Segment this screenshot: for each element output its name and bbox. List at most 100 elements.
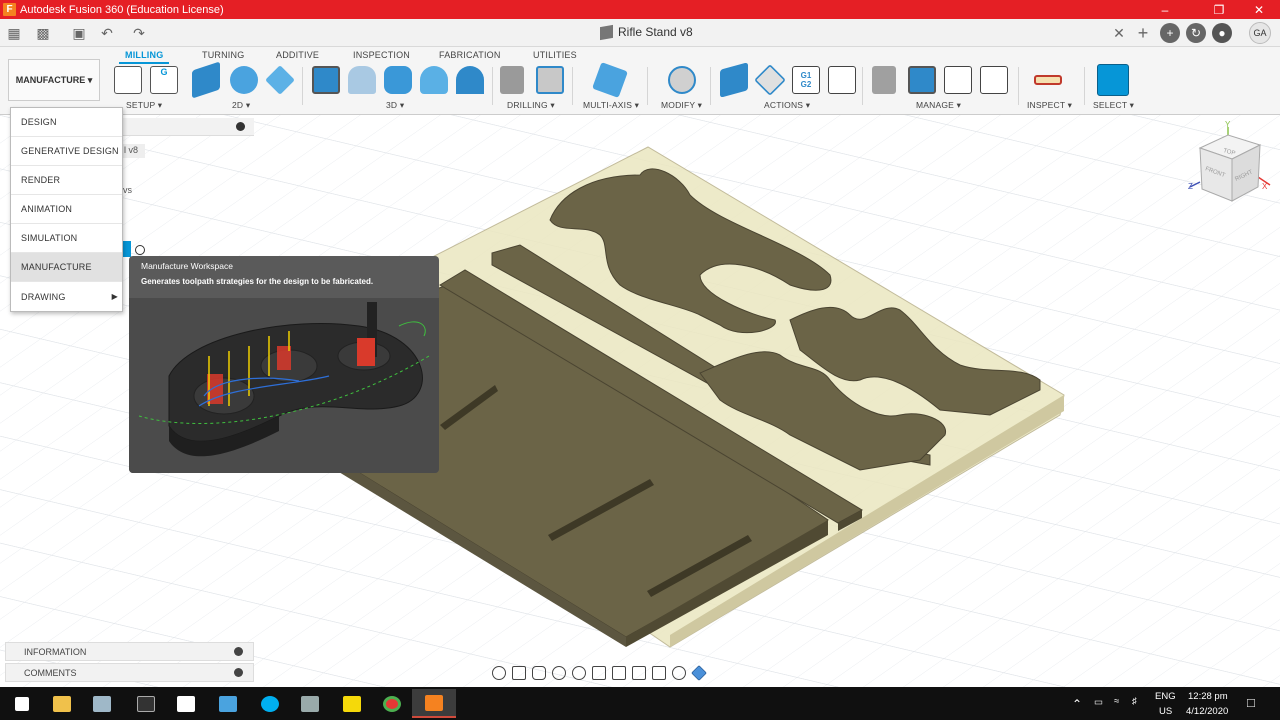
- 3d-contour-icon[interactable]: [420, 66, 448, 94]
- extensions-icon[interactable]: +: [1160, 23, 1180, 43]
- volume-icon[interactable]: ♯: [1132, 696, 1137, 707]
- tab-milling[interactable]: MILLING: [118, 50, 170, 64]
- comments-panel[interactable]: COMMENTS: [5, 663, 254, 682]
- clock-time[interactable]: 12:28 pm: [1188, 691, 1228, 702]
- undo-icon[interactable]: ↶: [96, 23, 118, 43]
- browser-doc-node[interactable]: l v8: [123, 144, 145, 158]
- notifications-icon[interactable]: ●: [1212, 23, 1232, 43]
- multi-axis-icon[interactable]: [592, 62, 628, 98]
- clock-date[interactable]: 4/12/2020: [1186, 706, 1228, 717]
- 3d-adaptive-icon[interactable]: [312, 66, 340, 94]
- workspace-item-manufacture[interactable]: MANUFACTURE: [11, 253, 122, 282]
- select-cursor-icon[interactable]: [1097, 64, 1129, 96]
- active-setup-marker[interactable]: [122, 241, 131, 257]
- drill-icon[interactable]: [500, 66, 524, 94]
- battery-icon[interactable]: ▭: [1094, 697, 1103, 708]
- new-tab-icon[interactable]: +: [1132, 23, 1154, 43]
- workspace-item-generative-design[interactable]: GENERATIVE DESIGN: [11, 137, 122, 166]
- start-windows-icon[interactable]: [0, 689, 44, 718]
- tool-library-icon[interactable]: [872, 66, 896, 94]
- app-icon-2[interactable]: [124, 689, 168, 718]
- workspace-item-simulation[interactable]: SIMULATION: [11, 224, 122, 253]
- probe-icon[interactable]: [536, 66, 564, 94]
- fusion360-taskbar-icon[interactable]: [412, 689, 456, 718]
- modify-scissors-icon[interactable]: [668, 66, 696, 94]
- tab-additive[interactable]: ADDITIVE: [276, 50, 319, 60]
- 2d-pocket-icon[interactable]: [230, 66, 258, 94]
- group-2d-label[interactable]: 2D ▾: [232, 100, 250, 111]
- workspace-item-drawing[interactable]: DRAWING ▶: [11, 282, 122, 311]
- comments-expand-icon[interactable]: [234, 668, 243, 677]
- refresh-view-icon[interactable]: [672, 666, 686, 680]
- 2d-adaptive-icon[interactable]: [192, 61, 220, 99]
- measure-icon[interactable]: [1034, 75, 1062, 85]
- tab-inspection[interactable]: INSPECTION: [353, 50, 410, 60]
- display-settings-icon[interactable]: [592, 666, 606, 680]
- user-avatar[interactable]: GA: [1249, 22, 1271, 44]
- app-icon-1[interactable]: [80, 689, 124, 718]
- 2d-face-icon[interactable]: [265, 65, 295, 95]
- wifi-icon[interactable]: ≈: [1114, 696, 1119, 707]
- app-icon-5[interactable]: [288, 689, 332, 718]
- language-line2[interactable]: US: [1159, 706, 1172, 717]
- workspace-switcher-button[interactable]: MANUFACTURE ▾: [8, 59, 100, 101]
- setup-g-icon[interactable]: G: [150, 66, 178, 94]
- tab-utilities[interactable]: UTILITIES: [533, 50, 577, 60]
- group-modify-label[interactable]: MODIFY ▾: [661, 100, 702, 111]
- notifications-center-icon[interactable]: □: [1247, 695, 1255, 710]
- data-panel-grid-icon[interactable]: ▦: [3, 23, 25, 43]
- setup-sheet-icon[interactable]: [828, 66, 856, 94]
- look-at-icon[interactable]: [512, 666, 526, 680]
- information-expand-icon[interactable]: [234, 647, 243, 656]
- group-inspect-label[interactable]: INSPECT ▾: [1027, 100, 1072, 111]
- group-drilling-label[interactable]: DRILLING ▾: [507, 100, 555, 111]
- tab-turning[interactable]: TURNING: [202, 50, 244, 60]
- 3d-scallop-icon[interactable]: [456, 66, 484, 94]
- post-library-icon[interactable]: [944, 66, 972, 94]
- workspace-item-animation[interactable]: ANIMATION: [11, 195, 122, 224]
- simulate-with-machine-icon[interactable]: [754, 64, 786, 96]
- tray-chevron-icon[interactable]: ⌃: [1072, 697, 1082, 711]
- group-select-label[interactable]: SELECT ▾: [1093, 100, 1134, 111]
- redo-icon[interactable]: ↷: [128, 23, 150, 43]
- template-library-icon[interactable]: [980, 66, 1008, 94]
- grid-settings-icon[interactable]: [612, 666, 626, 680]
- new-setup-folder-icon[interactable]: [114, 66, 142, 94]
- post-process-icon[interactable]: G1 G2: [792, 66, 820, 94]
- group-setup-label[interactable]: SETUP ▾: [126, 100, 162, 111]
- workspace-item-design[interactable]: DESIGN: [11, 108, 122, 137]
- group-multi-axis-label[interactable]: MULTI-AXIS ▾: [583, 100, 639, 111]
- pan-hand-icon[interactable]: [532, 666, 546, 680]
- machine-library-icon[interactable]: [908, 66, 936, 94]
- language-line1[interactable]: ENG: [1155, 691, 1176, 702]
- section-icon[interactable]: [652, 666, 666, 680]
- fit-icon[interactable]: [572, 666, 586, 680]
- job-status-icon[interactable]: ↻: [1186, 23, 1206, 43]
- workspace-item-render[interactable]: RENDER: [11, 166, 122, 195]
- file-explorer-icon[interactable]: [40, 689, 84, 718]
- save-icon[interactable]: ▣: [68, 23, 90, 43]
- group-manage-label[interactable]: MANAGE ▾: [916, 100, 961, 111]
- skype-icon[interactable]: [248, 689, 292, 718]
- sticky-notes-icon[interactable]: [330, 689, 374, 718]
- orbit-icon[interactable]: [492, 666, 506, 680]
- minimize-icon[interactable]: –: [1142, 0, 1188, 19]
- radio-icon[interactable]: [135, 245, 145, 255]
- viewports-icon[interactable]: [632, 666, 646, 680]
- 3d-pocket-icon[interactable]: [348, 66, 376, 94]
- app-icon-3[interactable]: [164, 689, 208, 718]
- group-actions-label[interactable]: ACTIONS ▾: [764, 100, 810, 111]
- chrome-icon[interactable]: [370, 689, 414, 718]
- simulate-icon[interactable]: [720, 62, 748, 98]
- zoom-icon[interactable]: [552, 666, 566, 680]
- close-tab-icon[interactable]: ✕: [1108, 23, 1130, 43]
- browser-collapse-icon[interactable]: [236, 122, 245, 131]
- app-icon-4[interactable]: [206, 689, 250, 718]
- close-window-icon[interactable]: ✕: [1236, 0, 1280, 19]
- document-tab[interactable]: Rifle Stand v8: [600, 24, 693, 40]
- visual-style-icon[interactable]: [691, 665, 707, 681]
- information-panel[interactable]: INFORMATION: [5, 642, 254, 661]
- tab-fabrication[interactable]: FABRICATION: [439, 50, 501, 60]
- file-menu-icon[interactable]: ▩: [32, 23, 54, 43]
- group-3d-label[interactable]: 3D ▾: [386, 100, 404, 111]
